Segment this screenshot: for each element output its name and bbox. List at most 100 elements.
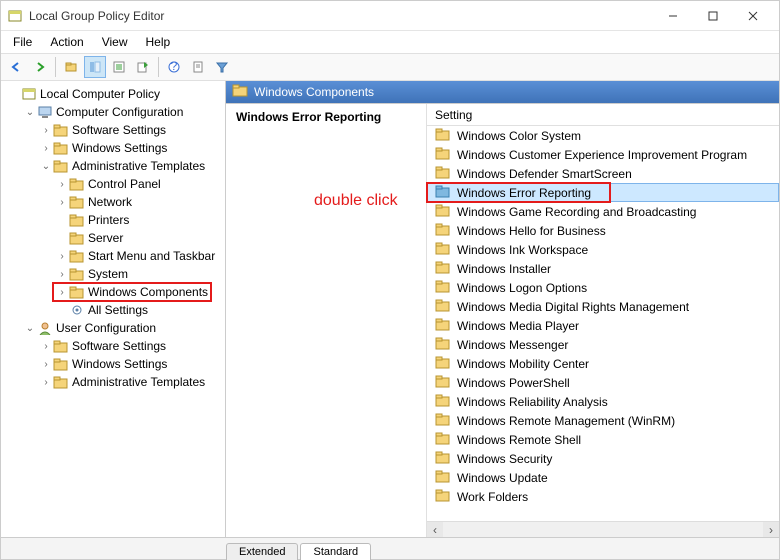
tree-node[interactable]: ›Windows Settings [3, 139, 223, 157]
setting-item[interactable]: Windows Game Recording and Broadcasting [427, 202, 779, 221]
tree-node[interactable]: ›Network [3, 193, 223, 211]
folder-icon [435, 261, 451, 277]
setting-item[interactable]: Windows Security [427, 449, 779, 468]
export-button[interactable] [132, 56, 154, 78]
tree-node[interactable]: ›Start Menu and Taskbar [3, 247, 223, 265]
horizontal-scrollbar[interactable]: ‹ › [427, 521, 779, 537]
setting-item[interactable]: Windows Reliability Analysis [427, 392, 779, 411]
path-header-text: Windows Components [254, 85, 374, 99]
tree-node-label: Windows Components [88, 285, 208, 299]
chevron-right-icon[interactable]: › [39, 359, 53, 370]
chevron-right-icon[interactable]: › [55, 251, 69, 262]
tab-extended[interactable]: Extended [226, 543, 298, 560]
tree-node[interactable]: Server [3, 229, 223, 247]
chevron-down-icon[interactable]: ⌄ [23, 323, 37, 334]
show-hide-tree-button[interactable] [84, 56, 106, 78]
folder-icon [435, 280, 451, 296]
setting-item[interactable]: Windows Remote Shell [427, 430, 779, 449]
tree-node[interactable]: ›Control Panel [3, 175, 223, 193]
chevron-right-icon[interactable]: › [39, 125, 53, 136]
tree-node[interactable]: Local Computer Policy [3, 85, 223, 103]
chevron-down-icon[interactable]: ⌄ [39, 161, 53, 172]
setting-item[interactable]: Windows Mobility Center [427, 354, 779, 373]
setting-item[interactable]: Windows Error Reporting [427, 183, 779, 202]
menubar: FileActionViewHelp [1, 31, 779, 53]
up-button[interactable] [60, 56, 82, 78]
tree-node-label: Administrative Templates [72, 375, 205, 389]
chevron-right-icon[interactable]: › [39, 341, 53, 352]
folder-icon [53, 375, 69, 389]
setting-item[interactable]: Windows PowerShell [427, 373, 779, 392]
setting-item[interactable]: Windows Customer Experience Improvement … [427, 145, 779, 164]
help-button[interactable]: ? [163, 56, 185, 78]
tree-node-label: Software Settings [72, 339, 166, 353]
chevron-right-icon[interactable]: › [55, 197, 69, 208]
menu-help[interactable]: Help [138, 33, 179, 51]
folder-icon [435, 204, 451, 220]
refresh-button[interactable] [187, 56, 209, 78]
setting-item[interactable]: Windows Remote Management (WinRM) [427, 411, 779, 430]
setting-item[interactable]: Windows Media Player [427, 316, 779, 335]
setting-item[interactable]: Windows Messenger [427, 335, 779, 354]
tree-node-label: Windows Settings [72, 357, 167, 371]
scroll-left-button[interactable]: ‹ [427, 522, 443, 538]
minimize-button[interactable] [653, 1, 693, 31]
folder-icon [69, 213, 85, 227]
settings-list[interactable]: Windows Color System Windows Customer Exp… [427, 126, 779, 521]
path-header: Windows Components [226, 81, 779, 103]
tree-node[interactable]: ⌄User Configuration [3, 319, 223, 337]
chevron-right-icon[interactable]: › [55, 179, 69, 190]
tree-node[interactable]: All Settings [3, 301, 223, 319]
maximize-button[interactable] [693, 1, 733, 31]
close-button[interactable] [733, 1, 773, 31]
chevron-right-icon[interactable]: › [39, 377, 53, 388]
tree-node[interactable]: ›System [3, 265, 223, 283]
detail-right-pane: Setting Windows Color System Windows Cust… [426, 104, 779, 537]
chevron-right-icon[interactable]: › [55, 287, 69, 298]
setting-item[interactable]: Windows Hello for Business [427, 221, 779, 240]
tree-node[interactable]: › Administrative Templates [3, 373, 223, 391]
tab-standard[interactable]: Standard [300, 543, 371, 560]
tree-node[interactable]: ⌄Computer Configuration [3, 103, 223, 121]
setting-item[interactable]: Windows Update [427, 468, 779, 487]
filter-button[interactable] [211, 56, 233, 78]
folder-icon [232, 84, 248, 100]
menu-action[interactable]: Action [42, 33, 91, 51]
setting-label: Windows Game Recording and Broadcasting [457, 205, 696, 219]
menu-file[interactable]: File [5, 33, 40, 51]
detail-body: Windows Error Reporting Setting Windows … [226, 103, 779, 537]
folder-icon [435, 375, 451, 391]
chevron-down-icon[interactable]: ⌄ [23, 107, 37, 118]
tree-node[interactable]: ⌄Administrative Templates [3, 157, 223, 175]
scroll-right-button[interactable]: › [763, 522, 779, 538]
setting-label: Windows Ink Workspace [457, 243, 588, 257]
tree-pane[interactable]: Local Computer Policy⌄Computer Configura… [1, 81, 226, 537]
tree-node[interactable]: Printers [3, 211, 223, 229]
tree-node[interactable]: › Software Settings [3, 121, 223, 139]
setting-item[interactable]: Windows Installer [427, 259, 779, 278]
back-button[interactable] [5, 56, 27, 78]
tree-node[interactable]: › Software Settings [3, 337, 223, 355]
setting-item[interactable]: Windows Defender SmartScreen [427, 164, 779, 183]
folder-icon [53, 357, 69, 371]
setting-item[interactable]: Windows Ink Workspace [427, 240, 779, 259]
chevron-right-icon[interactable]: › [39, 143, 53, 154]
setting-label: Windows Remote Shell [457, 433, 581, 447]
setting-item[interactable]: Windows Logon Options [427, 278, 779, 297]
column-header-setting[interactable]: Setting [427, 104, 779, 126]
menu-view[interactable]: View [94, 33, 136, 51]
setting-item[interactable]: Windows Media Digital Rights Management [427, 297, 779, 316]
properties-button[interactable] [108, 56, 130, 78]
tree-node-label: Software Settings [72, 123, 166, 137]
setting-item[interactable]: Windows Color System [427, 126, 779, 145]
chevron-right-icon[interactable]: › [55, 269, 69, 280]
setting-label: Windows Color System [457, 129, 581, 143]
tree-node[interactable]: › Windows Components [3, 283, 223, 301]
window-controls [653, 1, 773, 31]
setting-label: Windows Media Player [457, 319, 579, 333]
setting-item[interactable]: Work Folders [427, 487, 779, 506]
folder-icon [435, 242, 451, 258]
folder-icon [435, 223, 451, 239]
tree-node[interactable]: › Windows Settings [3, 355, 223, 373]
forward-button[interactable] [29, 56, 51, 78]
